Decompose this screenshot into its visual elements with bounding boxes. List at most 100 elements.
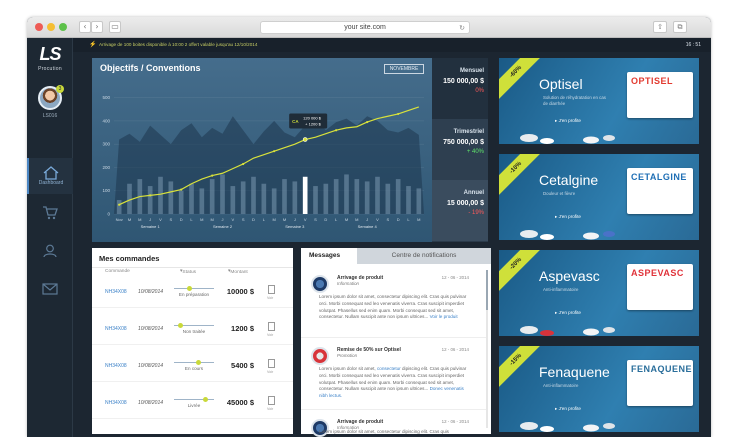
message-body: Lorem ipsum dolor sit amet, consectetur … xyxy=(319,429,449,434)
column-header-status[interactable]: ▾ Status xyxy=(180,269,196,275)
order-number[interactable]: NH34X08 xyxy=(105,363,127,369)
table-row[interactable]: NH34X08 10/08/2014 En préparation 10000 $ Vo… xyxy=(92,280,293,308)
box-label: ASPEVASC xyxy=(631,268,684,278)
order-date: 10/08/2014 xyxy=(138,289,164,295)
column-header-commande[interactable]: Commande xyxy=(105,269,130,274)
messages-scrollbar[interactable] xyxy=(486,270,488,428)
message-thumbnail xyxy=(311,275,329,293)
document-icon[interactable] xyxy=(268,396,275,405)
dashboard-app: LS Procution 3 LS016 Dashboard ⚡ Arrivag… xyxy=(27,38,711,437)
document-icon[interactable] xyxy=(268,322,275,331)
data-point xyxy=(180,188,183,191)
share-icon[interactable]: ⇧ xyxy=(653,21,667,33)
x-tick-label: V xyxy=(304,217,307,222)
y-tick-label: 0 xyxy=(107,212,110,217)
message-link[interactable]: Voir le produit xyxy=(430,314,458,319)
order-amount: 45000 $ xyxy=(226,398,254,407)
view-order-link[interactable]: Voir xyxy=(267,296,273,300)
message-body: Lorem ipsum dolor sit amet, consectetur … xyxy=(319,366,469,400)
box-label: CETALGINE xyxy=(631,172,687,182)
view-order-link[interactable]: Voir xyxy=(267,333,273,337)
bar xyxy=(189,183,194,214)
bar xyxy=(282,179,287,214)
order-number[interactable]: NH34X08 xyxy=(105,289,127,295)
reload-icon[interactable]: ↻ xyxy=(459,22,465,34)
sidebar-toggle-icon[interactable]: ▭ xyxy=(109,21,121,33)
product-card[interactable]: -15% Fenaquene Anti-inflammatoire ▸ J'en pr… xyxy=(499,346,699,432)
x-tick-label: D xyxy=(180,217,183,222)
data-point xyxy=(335,129,338,132)
sidebar-item-cart[interactable] xyxy=(27,198,73,234)
period-selector[interactable]: NOVEMBRE xyxy=(384,64,424,74)
mail-icon xyxy=(42,283,58,295)
bar xyxy=(313,186,318,214)
x-tick-label: Nov xyxy=(116,217,123,222)
document-icon[interactable] xyxy=(268,285,275,294)
pills-illustration xyxy=(520,326,615,336)
x-tick-label: M xyxy=(200,217,203,222)
logo[interactable]: LS Procution xyxy=(27,38,73,80)
order-number[interactable]: NH34X08 xyxy=(105,326,127,332)
bar xyxy=(375,176,380,214)
minimize-window-button[interactable] xyxy=(47,23,55,31)
view-order-link[interactable]: Voir xyxy=(267,370,273,374)
product-description: Solution de réhydratation en cas de diar… xyxy=(543,95,606,106)
bar xyxy=(199,188,205,214)
box-label: FENAQUENE xyxy=(631,364,693,374)
tab-messages[interactable]: Messages xyxy=(301,248,357,264)
avatar[interactable]: 3 xyxy=(38,85,64,110)
product-card[interactable]: -10% Cetalgine Douleur et fièvre ▸ J'en pro… xyxy=(499,154,699,240)
x-tick-label: M xyxy=(138,217,141,222)
view-order-link[interactable]: Voir xyxy=(267,407,273,411)
column-header-label: Status xyxy=(182,270,197,275)
order-number[interactable]: NH34X08 xyxy=(105,400,127,406)
message-item[interactable]: Arrivage de produit Information 12 - 06 … xyxy=(301,412,487,437)
table-row[interactable]: NH34X08 10/08/2014 Livrée 45000 $ Voir xyxy=(92,391,293,419)
x-tick-label: L xyxy=(263,217,266,222)
chart-title: Objectifs / Conventions xyxy=(100,63,201,73)
maximize-window-button[interactable] xyxy=(59,23,67,31)
sidebar-item-dashboard[interactable]: Dashboard xyxy=(27,158,73,194)
x-tick-label: S xyxy=(169,217,172,222)
bar xyxy=(178,190,184,214)
week-label: Semaine 3 xyxy=(285,224,305,229)
forward-button[interactable]: › xyxy=(91,21,103,33)
x-tick-label: S xyxy=(242,217,245,222)
order-progress-bar xyxy=(174,360,214,365)
message-category: Information xyxy=(337,281,359,286)
x-tick-label: L xyxy=(190,217,193,222)
sidebar-item-mail[interactable] xyxy=(27,274,73,310)
x-tick-label: M xyxy=(283,217,286,222)
column-header-montant[interactable]: ▾ Montant xyxy=(228,269,248,275)
summary-value: 15 000,00 $ xyxy=(447,200,484,207)
message-item[interactable]: Remise de 50% sur Optisel Promotion 12 -… xyxy=(301,340,487,410)
table-row[interactable]: NH34X08 10/08/2014 En cours 5400 $ Voir xyxy=(92,354,293,382)
back-button[interactable]: ‹ xyxy=(79,21,91,33)
tab-notifications[interactable]: Centre de notifications xyxy=(357,248,491,264)
browser-toolbar: ‹ › ▭ your site.com ↻ ⇧ ⧉ xyxy=(27,17,711,38)
product-card[interactable]: -20% Aspevasc Anti-inflammatoire ▸ J'en pro… xyxy=(499,250,699,336)
scrollbar-thumb[interactable] xyxy=(486,270,488,310)
product-card[interactable]: -60% Optisel Solution de réhydratation en … xyxy=(499,58,699,144)
message-date: 12 - 06 - 2014 xyxy=(441,347,469,352)
data-point xyxy=(366,120,369,124)
url-bar[interactable]: your site.com ↻ xyxy=(260,21,470,34)
data-point xyxy=(397,112,400,116)
progress-knob xyxy=(196,360,201,365)
week-label: Semaine 4 xyxy=(358,224,378,229)
bar xyxy=(385,183,391,214)
bar xyxy=(271,188,277,214)
user-profile[interactable]: 3 LS016 xyxy=(27,85,73,119)
x-tick-label: D xyxy=(324,217,327,222)
tabs-icon[interactable]: ⧉ xyxy=(673,21,687,33)
week-label: Semaine 2 xyxy=(213,224,233,229)
close-window-button[interactable] xyxy=(35,23,43,31)
message-body: Lorem ipsum dolor sit amet, consectetur … xyxy=(319,294,469,321)
message-item[interactable]: Arrivage de produit Information 12 - 06 … xyxy=(301,268,487,338)
summary-title: Mensuel xyxy=(459,68,484,74)
bar xyxy=(323,183,329,214)
objectives-chart-panel: Objectifs / Conventions NOVEMBRE 0 100 200… xyxy=(92,58,432,242)
table-row[interactable]: NH34X08 10/08/2014 Non traitée 1200 $ Voir xyxy=(92,317,293,345)
sidebar-item-user[interactable] xyxy=(27,236,73,272)
document-icon[interactable] xyxy=(268,359,275,368)
